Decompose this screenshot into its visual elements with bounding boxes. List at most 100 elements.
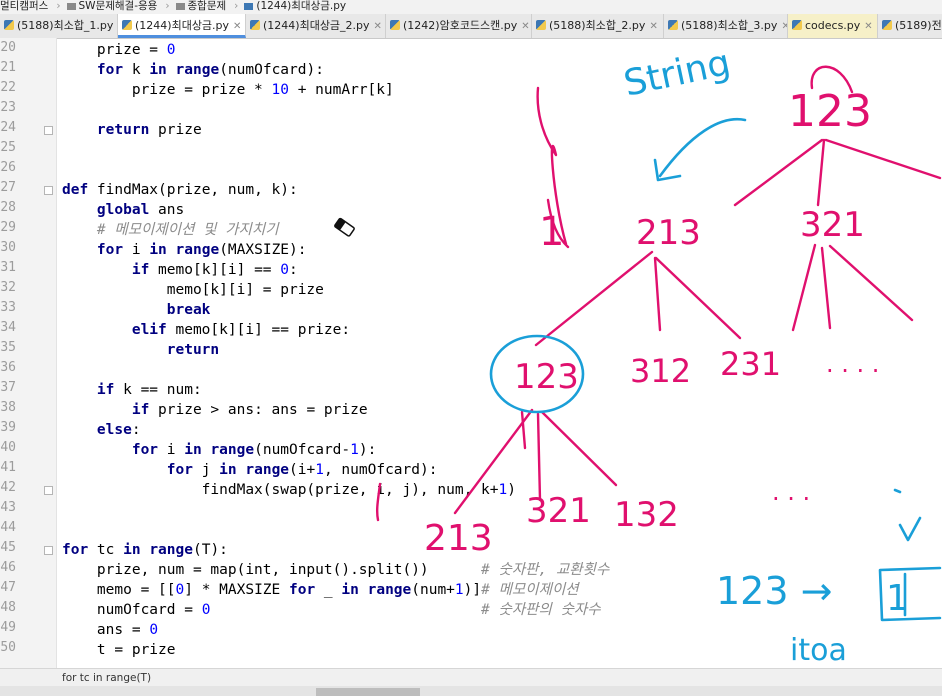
code-line[interactable]: if prize > ans: ans = prize: [62, 400, 368, 420]
tree-node-label: 213: [636, 213, 701, 253]
code-line[interactable]: return: [62, 340, 219, 360]
line-number: 29: [0, 220, 16, 235]
tree-node-label: 321: [800, 205, 865, 245]
pen-mark: [520, 410, 527, 450]
python-file-icon: [390, 20, 400, 30]
breadcrumb-item-file[interactable]: (1244)최대상금.py: [256, 0, 350, 12]
code-line[interactable]: for tc in range(T):: [62, 540, 228, 560]
code-line[interactable]: findMax(swap(prize, i, j), num, k+1): [62, 480, 516, 500]
line-number: 50: [0, 640, 16, 655]
tree-edge: [824, 138, 942, 180]
tree-edge: [820, 246, 832, 330]
breadcrumb-item-subfolder[interactable]: 종합문제: [188, 0, 231, 12]
tree-node-label: 213: [424, 518, 493, 559]
tab-5189[interactable]: (5189)전: [878, 14, 942, 38]
tab-1244[interactable]: (1244)최대상금.py ✕: [118, 14, 246, 38]
code-line[interactable]: for i in range(MAXSIZE):: [62, 240, 307, 260]
close-icon[interactable]: ✕: [233, 21, 241, 32]
code-line[interactable]: def findMax(prize, num, k):: [62, 180, 298, 200]
line-number: 39: [0, 420, 16, 435]
code-line[interactable]: for k in range(numOfcard):: [62, 60, 324, 80]
swap-arc: [810, 65, 854, 94]
python-file-icon: [122, 20, 132, 30]
code-line[interactable]: memo[k][i] = prize: [62, 280, 324, 300]
fold-marker-icon[interactable]: [44, 546, 53, 555]
breadcrumb-item-folder[interactable]: SW문제해결-응용: [79, 0, 162, 12]
tab-5188-2[interactable]: (5188)최소합_2.py ✕: [532, 14, 664, 38]
code-line[interactable]: memo = [[0] * MAXSIZE for _ in range(num…: [62, 580, 579, 600]
line-number: 30: [0, 240, 16, 255]
close-icon[interactable]: ✕: [521, 21, 529, 32]
circled-one: [536, 86, 570, 249]
line-number: 46: [0, 560, 16, 575]
tab-label: (1244)최대상금_2.py: [263, 19, 370, 32]
line-number: 45: [0, 540, 16, 555]
line-number: 43: [0, 500, 16, 515]
tab-1242[interactable]: (1242)암호코드스캔.py ✕: [386, 14, 532, 38]
code-line[interactable]: ans = 0: [62, 620, 158, 640]
code-line[interactable]: if k == num:: [62, 380, 202, 400]
code-line[interactable]: for j in range(i+1, numOfcard):: [62, 460, 438, 480]
tab-codecs[interactable]: codecs.py ✕: [788, 14, 878, 38]
tab-5188-1[interactable]: (5188)최소합_1.py✕: [0, 14, 118, 38]
code-line[interactable]: return prize: [62, 120, 202, 140]
line-number-gutter: 20 21 22 23 24 25 26 27 28 29 30 31 32 3…: [0, 38, 57, 668]
status-breadcrumb[interactable]: for tc in range(T): [62, 672, 151, 684]
breadcrumb-item-root[interactable]: 멀티캠퍼스: [0, 0, 52, 12]
code-line[interactable]: else:: [62, 420, 141, 440]
line-number: 26: [0, 160, 16, 175]
code-line[interactable]: elif memo[k][i] == prize:: [62, 320, 350, 340]
tab-label: (5189)전: [895, 19, 942, 32]
line-number: 41: [0, 460, 16, 475]
code-line[interactable]: if memo[k][i] == 0:: [62, 260, 298, 280]
tree-root-label: 123: [788, 86, 872, 137]
editor-tab-bar: (5188)최소합_1.py✕ (1244)최대상금.py✕ (1244)최대상…: [0, 14, 942, 39]
close-icon[interactable]: ✕: [649, 21, 657, 32]
tab-1244-2[interactable]: (1244)최대상금_2.py ✕: [246, 14, 386, 38]
code-line[interactable]: break: [62, 300, 211, 320]
tree-ellipsis: . . .: [772, 478, 810, 506]
tree-node-label: 231: [720, 345, 781, 383]
tab-5188-3[interactable]: (5188)최소합_3.py✕: [664, 14, 788, 38]
highlight-circle: [489, 334, 585, 414]
tree-edge: [816, 138, 826, 207]
tab-label: (5188)최소합_1.py: [17, 19, 114, 32]
line-number: 40: [0, 440, 16, 455]
code-line[interactable]: # 메모이제이션 및 가지치기: [62, 220, 279, 240]
tree-edge: [791, 243, 817, 332]
tree-edges: [375, 65, 942, 522]
tab-label: codecs.py: [805, 19, 861, 32]
scrollbar-thumb[interactable]: [316, 688, 420, 696]
eraser-cursor-icon: [334, 217, 355, 237]
python-file-icon: [882, 20, 892, 30]
fold-marker-icon[interactable]: [44, 186, 53, 195]
code-line[interactable]: prize, num = map(int, input().split()) #…: [62, 560, 609, 580]
arrow-head-icon: [653, 158, 682, 182]
code-line[interactable]: global ans: [62, 200, 184, 220]
tree-edge: [534, 250, 654, 347]
fold-marker-icon[interactable]: [44, 126, 53, 135]
line-number: 31: [0, 260, 16, 275]
code-line[interactable]: prize = prize * 10 + numArr[k]: [62, 80, 394, 100]
python-file-icon: [250, 20, 260, 30]
tree-edge: [654, 256, 742, 340]
line-number: 24: [0, 120, 16, 135]
close-icon[interactable]: ✕: [864, 21, 872, 32]
itoa-label: itoa: [790, 633, 847, 668]
python-file-icon: [792, 20, 802, 30]
tree-node-label: 132: [614, 495, 679, 535]
close-icon[interactable]: ✕: [374, 21, 382, 32]
fold-marker-icon[interactable]: [44, 486, 53, 495]
line-number: 44: [0, 520, 16, 535]
tree-edge: [733, 138, 824, 207]
code-line[interactable]: t = prize: [62, 640, 176, 660]
code-line[interactable]: numOfcard = 0 # 숫자판의 숫자수: [62, 600, 601, 620]
horizontal-scrollbar[interactable]: [0, 686, 942, 696]
pen-mark: [893, 488, 902, 494]
tree-edge: [653, 256, 662, 332]
tree-ellipsis: . . . .: [826, 350, 879, 378]
code-line[interactable]: for i in range(numOfcard-1):: [62, 440, 377, 460]
line-number: 28: [0, 200, 16, 215]
string-label: String: [620, 42, 734, 104]
code-line[interactable]: prize = 0: [62, 40, 176, 60]
